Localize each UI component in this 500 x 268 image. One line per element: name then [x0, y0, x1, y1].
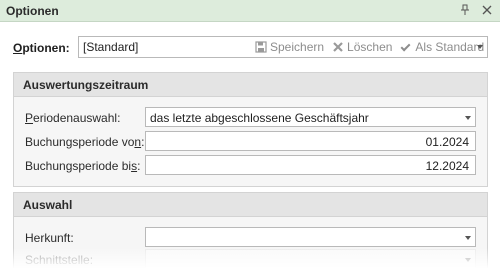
period-from-label-pre: Buchungsperiode vo — [25, 135, 135, 149]
x-icon — [333, 42, 343, 52]
period-from-input[interactable]: 01.2024 — [145, 131, 476, 151]
period-to-label-pre: Buchungsperiode bi — [25, 159, 132, 173]
evaluation-period-heading: Auswertungszeitraum — [14, 73, 487, 97]
chevron-down-icon[interactable] — [477, 45, 483, 49]
origin-label: Herkunft: — [25, 231, 74, 245]
period-from-label: Buchungsperiode von: — [25, 135, 144, 149]
options-value: [Standard] — [83, 40, 139, 54]
pin-icon[interactable] — [458, 3, 472, 17]
delete-button[interactable]: Löschen — [332, 40, 392, 54]
evaluation-period-group: Auswertungszeitraum Periodenauswahl: das… — [13, 72, 488, 187]
chevron-down-icon[interactable] — [465, 236, 471, 240]
origin-dropdown[interactable] — [145, 227, 476, 247]
selection-heading: Auswahl — [14, 193, 487, 217]
delete-label: Löschen — [347, 40, 393, 54]
check-icon — [400, 41, 411, 51]
period-selection-label: Periodenauswahl: — [25, 111, 120, 125]
period-to-label-post: : — [137, 159, 141, 173]
period-selection-value: das letzte abgeschlossene Geschäftsjahr — [150, 111, 369, 125]
chevron-down-icon[interactable] — [465, 116, 471, 120]
period-from-label-post: : — [141, 135, 145, 149]
panel-title: Optionen — [6, 4, 59, 18]
options-label-mnemonic: O — [13, 41, 23, 55]
options-label-rest: ptionen: — [22, 41, 70, 55]
panel-titlebar: Optionen — [0, 0, 500, 22]
period-label-rest: eriodenauswahl: — [33, 111, 121, 125]
period-to-label: Buchungsperiode bis: — [25, 159, 140, 173]
set-default-button[interactable]: Als Standard — [400, 40, 484, 54]
interface-dropdown[interactable] — [145, 249, 476, 268]
period-to-input[interactable]: 12.2024 — [145, 155, 476, 175]
set-default-label: Als Standard — [415, 40, 485, 54]
floppy-icon — [255, 41, 267, 53]
options-select[interactable]: [Standard] Speichern Löschen Als Standar… — [78, 36, 488, 58]
period-label-mnemonic: P — [25, 111, 34, 125]
options-label: Optionen: — [13, 41, 70, 55]
close-icon[interactable] — [480, 3, 494, 17]
selection-group: Auswahl Herkunft: Schnittstelle: — [13, 192, 488, 268]
interface-label: Schnittstelle: — [25, 253, 94, 267]
period-to-value: 12.2024 — [425, 159, 469, 173]
period-from-value: 01.2024 — [425, 135, 469, 149]
save-label: Speichern — [270, 40, 325, 54]
options-actions: Speichern Löschen Als Standard — [255, 40, 484, 54]
save-button[interactable]: Speichern — [255, 40, 324, 54]
chevron-down-icon[interactable] — [465, 258, 471, 262]
period-selection-dropdown[interactable]: das letzte abgeschlossene Geschäftsjahr — [145, 107, 476, 127]
